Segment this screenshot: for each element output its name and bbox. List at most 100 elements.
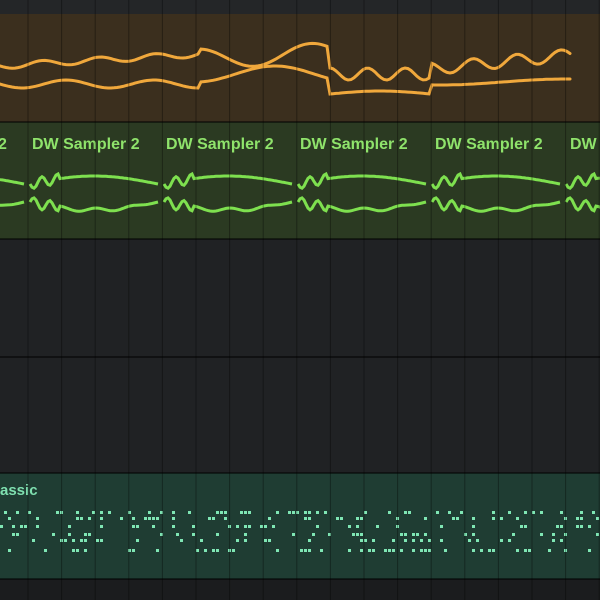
note xyxy=(552,533,555,536)
note xyxy=(524,511,527,514)
note xyxy=(480,549,483,552)
note xyxy=(404,511,407,514)
waveform-stroke xyxy=(296,171,427,191)
note xyxy=(308,511,311,514)
note xyxy=(388,549,391,552)
note xyxy=(492,549,495,552)
note xyxy=(552,539,555,542)
note xyxy=(428,549,431,552)
note xyxy=(204,549,207,552)
note xyxy=(120,517,123,520)
waveform-stroke xyxy=(564,171,600,191)
note xyxy=(360,517,363,520)
note xyxy=(340,517,343,520)
clip-label: DW Sampler 2 xyxy=(435,136,543,153)
note xyxy=(228,549,231,552)
note xyxy=(84,533,87,536)
bottom-bar xyxy=(0,579,600,600)
note xyxy=(8,517,11,520)
note xyxy=(560,525,563,528)
note xyxy=(276,511,279,514)
note xyxy=(388,511,391,514)
note xyxy=(180,539,183,542)
note xyxy=(412,549,415,552)
note xyxy=(424,517,427,520)
note xyxy=(564,533,567,536)
note xyxy=(44,549,47,552)
note xyxy=(60,511,63,514)
note xyxy=(80,539,83,542)
note xyxy=(372,549,375,552)
note xyxy=(156,517,159,520)
note xyxy=(424,533,427,536)
waveform-stroke xyxy=(28,171,159,191)
note xyxy=(20,525,23,528)
waveform-stroke xyxy=(564,196,600,213)
clip-label: DW xyxy=(570,136,597,153)
note xyxy=(396,517,399,520)
note xyxy=(400,533,403,536)
note xyxy=(532,511,535,514)
note xyxy=(472,549,475,552)
track-classic-notes[interactable] xyxy=(0,473,600,579)
note xyxy=(244,539,247,542)
note xyxy=(588,549,591,552)
track-orange-clip[interactable] xyxy=(0,14,600,122)
empty-track[interactable] xyxy=(0,239,600,357)
note xyxy=(100,511,103,514)
note xyxy=(216,511,219,514)
note xyxy=(76,517,79,520)
note xyxy=(588,525,591,528)
note xyxy=(408,511,411,514)
note xyxy=(56,511,59,514)
note xyxy=(152,517,155,520)
note xyxy=(32,539,35,542)
waveform-stroke xyxy=(0,178,25,186)
note xyxy=(360,533,363,536)
note xyxy=(460,511,463,514)
note xyxy=(336,517,339,520)
note xyxy=(580,517,583,520)
note xyxy=(308,549,311,552)
note xyxy=(272,525,275,528)
note xyxy=(364,539,367,542)
note xyxy=(420,539,423,542)
note xyxy=(392,539,395,542)
note xyxy=(320,549,323,552)
note xyxy=(132,517,135,520)
note xyxy=(356,525,359,528)
note xyxy=(512,533,515,536)
note xyxy=(440,539,443,542)
note xyxy=(100,539,103,542)
note xyxy=(268,517,271,520)
note xyxy=(524,525,527,528)
note xyxy=(516,517,519,520)
waveform-stroke xyxy=(430,196,561,213)
timeline-ruler[interactable] xyxy=(0,0,600,14)
note xyxy=(84,549,87,552)
note xyxy=(212,517,215,520)
note xyxy=(304,511,307,514)
note xyxy=(172,525,175,528)
note xyxy=(288,511,291,514)
note xyxy=(556,525,559,528)
note xyxy=(440,525,443,528)
note xyxy=(356,533,359,536)
note xyxy=(308,539,311,542)
note xyxy=(156,549,159,552)
note xyxy=(524,549,527,552)
note xyxy=(312,533,315,536)
note xyxy=(192,525,195,528)
note xyxy=(196,549,199,552)
empty-track[interactable] xyxy=(0,357,600,473)
note xyxy=(148,511,151,514)
note xyxy=(244,511,247,514)
note xyxy=(492,517,495,520)
note xyxy=(80,517,83,520)
note xyxy=(316,511,319,514)
note xyxy=(472,517,475,520)
note xyxy=(400,549,403,552)
waveform-stroke xyxy=(162,196,293,213)
clip-label: DW Sampler 2 xyxy=(300,136,408,153)
note xyxy=(192,533,195,536)
